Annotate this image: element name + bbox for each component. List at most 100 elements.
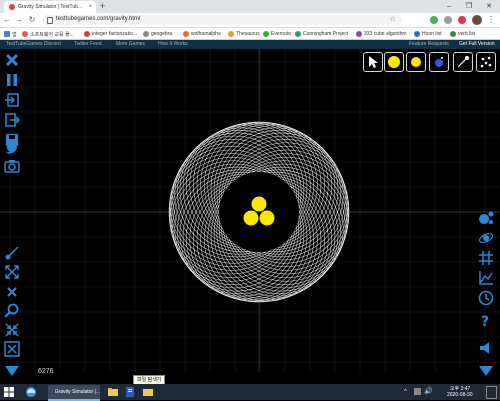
url-text: testtubegames.com/gravity.html: [56, 16, 140, 22]
orbit-icon[interactable]: [478, 230, 494, 246]
grid-icon[interactable]: [478, 250, 494, 266]
velocity-tool-icon[interactable]: [4, 245, 20, 261]
browser-tab[interactable]: Gravity Simulator | TestTub... ×: [4, 1, 96, 13]
graph-icon[interactable]: [478, 270, 494, 286]
add-star-button[interactable]: [406, 52, 426, 72]
export-icon[interactable]: [4, 112, 20, 128]
camera-icon[interactable]: [4, 158, 20, 174]
bookmark-favicon-icon: [356, 31, 362, 37]
bookmark-favicon-icon: [450, 31, 456, 37]
zoom-icon[interactable]: [4, 302, 20, 318]
collapse-down-icon[interactable]: [478, 362, 494, 378]
star-body-icon: [407, 53, 425, 71]
bookmark-favicon-icon: [414, 31, 420, 37]
discord-link[interactable]: TestTubeGames Discord: [6, 40, 61, 49]
extension-icon[interactable]: [458, 16, 466, 24]
add-asteroids-button[interactable]: [476, 52, 496, 72]
bookmark-favicon-icon: [295, 31, 301, 37]
add-comet-button[interactable]: [453, 52, 473, 72]
network-icon[interactable]: [414, 388, 421, 395]
bookmark-item[interactable]: integer factorizatio...: [84, 29, 137, 39]
lock-icon: [47, 17, 53, 24]
get-full-version-link[interactable]: Get Full Version: [459, 40, 495, 49]
fit-screen-icon[interactable]: [4, 341, 20, 357]
help-icon[interactable]: ?: [478, 312, 494, 328]
simulation-svg: [0, 49, 500, 372]
simulation-canvas[interactable]: [0, 49, 500, 372]
minimize-button[interactable]: –: [440, 0, 458, 13]
notification-icon[interactable]: [486, 386, 497, 399]
svg-text:?: ?: [481, 314, 489, 328]
reload-button[interactable]: ↻: [27, 13, 37, 27]
pause-icon[interactable]: [4, 72, 20, 88]
scatter-icon[interactable]: [4, 284, 20, 300]
volume-icon[interactable]: 🔊: [424, 387, 433, 395]
maximize-button[interactable]: ❐: [460, 0, 478, 13]
file-explorer-icon[interactable]: [108, 387, 118, 397]
close-window-button[interactable]: ✕: [480, 0, 498, 13]
taskbar-chrome-app[interactable]: Gravity Simulator |...: [48, 385, 100, 401]
bookmark-item[interactable]: Evernote: [263, 29, 291, 39]
bookmark-favicon-icon: [143, 31, 149, 37]
app-icon[interactable]: [125, 387, 135, 397]
tab-close-button[interactable]: ×: [88, 4, 92, 10]
sound-icon[interactable]: [478, 340, 494, 356]
cursor-icon: [364, 53, 382, 71]
twitter-icon[interactable]: [4, 140, 20, 156]
more-games-link[interactable]: More Games: [116, 40, 145, 49]
system-tray-arrow[interactable]: ^: [404, 389, 407, 395]
edge-icon[interactable]: [25, 386, 37, 398]
new-tab-button[interactable]: +: [100, 1, 105, 11]
tab-title: Gravity Simulator | TestTub...: [18, 4, 88, 10]
windows-start-icon[interactable]: [4, 387, 14, 397]
twitter-feed-link[interactable]: Twitter Feed: [74, 40, 102, 49]
folder-icon[interactable]: [143, 387, 153, 397]
bookmark-item[interactable]: geogebra: [143, 29, 172, 39]
back-button[interactable]: ←: [2, 13, 12, 27]
sun-icon: [385, 53, 403, 71]
sun-body[interactable]: [260, 211, 275, 226]
bookmark-item[interactable]: Cunningham Project: [295, 29, 348, 39]
chrome-icon: [51, 387, 52, 397]
import-icon[interactable]: [4, 92, 20, 108]
add-planet-button[interactable]: [429, 52, 449, 72]
clock-time: 오후 2:47: [450, 385, 470, 392]
browser-menu-button[interactable]: ⋮: [487, 13, 495, 27]
bookmark-item[interactable]: 앱: [4, 29, 17, 39]
bookmark-item[interactable]: verb list: [450, 29, 475, 39]
bookmark-item[interactable]: wolframalpha: [183, 29, 221, 39]
sun-body[interactable]: [244, 211, 259, 226]
extension-icon[interactable]: [444, 16, 452, 24]
sun-body[interactable]: [252, 197, 267, 212]
feature-requests-link[interactable]: Feature Requests: [409, 40, 449, 49]
step-counter: 6276: [38, 368, 54, 375]
asteroids-icon: [477, 53, 495, 71]
taskbar-app-label: Gravity Simulator |...: [55, 389, 100, 395]
address-bar[interactable]: testtubegames.com/gravity.html ☆: [42, 15, 402, 25]
clock-icon[interactable]: [478, 290, 494, 306]
planet-icon: [430, 53, 448, 71]
bookmark-favicon-icon: [183, 31, 189, 37]
bodies-icon[interactable]: [478, 210, 494, 226]
bookmark-item[interactable]: Thesaurus: [228, 29, 260, 39]
select-tool-button[interactable]: [363, 52, 383, 72]
site-favicon-icon: [9, 4, 15, 10]
bookmark-item[interactable]: 소프트웨어 교육 플...: [22, 29, 74, 39]
clock-date: 2020-08-30: [447, 392, 473, 398]
evernote-icon: [263, 31, 269, 37]
bookmark-favicon-icon: [22, 31, 28, 37]
forward-button[interactable]: →: [14, 13, 24, 27]
collapse-down-icon[interactable]: [4, 362, 20, 378]
extension-icon[interactable]: [430, 16, 438, 24]
how-it-works-link[interactable]: How It Works: [158, 40, 188, 49]
expand-icon[interactable]: [4, 264, 20, 280]
bookmark-item[interactable]: Hoon list: [414, 29, 441, 39]
bookmark-star-icon[interactable]: ☆: [390, 15, 396, 23]
collapse-icon[interactable]: [4, 322, 20, 338]
profile-avatar[interactable]: [472, 15, 482, 25]
bookmark-item[interactable]: 333 cube algorithm: [356, 29, 407, 39]
add-sun-button[interactable]: [384, 52, 404, 72]
bookmark-favicon-icon: [84, 31, 90, 37]
inner-void: [219, 172, 299, 252]
close-icon[interactable]: [4, 52, 20, 68]
